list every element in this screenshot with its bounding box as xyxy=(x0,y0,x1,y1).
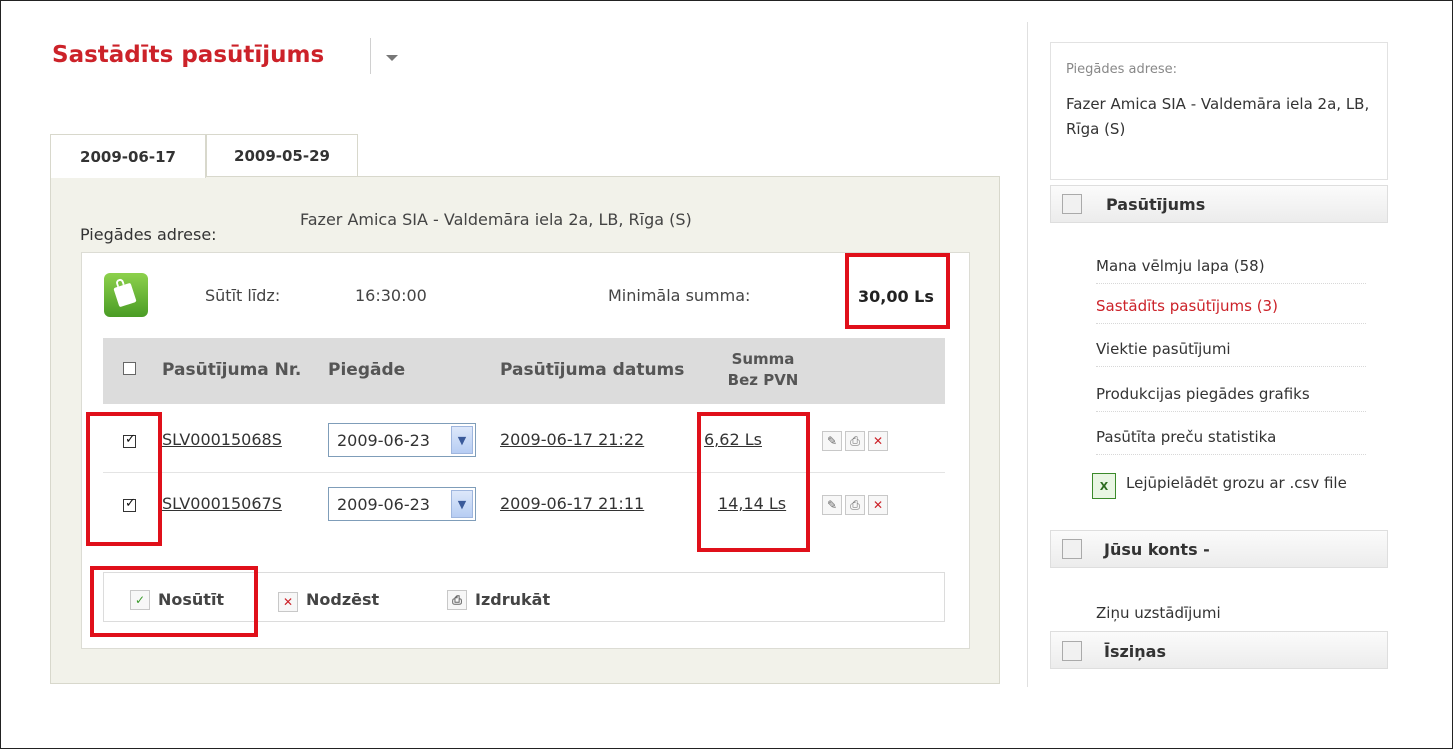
download-csv-link[interactable]: Lejūpielādēt grozu ar .csv file xyxy=(1126,472,1376,494)
send-highlight xyxy=(90,566,258,637)
delete-icon[interactable]: ✕ xyxy=(868,431,888,451)
print-icon[interactable]: ⎙ xyxy=(845,495,865,515)
sidebar-heading-messages[interactable] xyxy=(1050,631,1388,669)
sidebar-address-label: Piegādes adrese: xyxy=(1066,62,1177,77)
sidebar-item-wishlist[interactable]: Mana vēlmju lapa (58) xyxy=(1096,257,1366,284)
header-order-date: Pasūtījuma datums xyxy=(500,360,685,380)
delete-button[interactable]: Nodzēst xyxy=(306,590,379,609)
edit-icon[interactable]: ✎ xyxy=(822,431,842,451)
header-delivery: Piegāde xyxy=(328,360,406,380)
sidebar-item-composed-order[interactable]: Sastādīts pasūtījums (3) xyxy=(1096,297,1366,324)
order-number-link[interactable]: SLV00015068S xyxy=(162,430,282,449)
header-sum-line1: Summa xyxy=(731,350,795,368)
delivery-address-label: Piegādes adrese: xyxy=(80,225,217,244)
title-divider xyxy=(370,38,371,74)
order-date-link[interactable]: 2009-06-17 21:11 xyxy=(500,494,644,513)
envelope-icon xyxy=(1062,641,1082,661)
header-sum: Summa Bez PVN xyxy=(708,349,818,391)
header-order-number: Pasūtījuma Nr. xyxy=(162,360,302,380)
delivery-date-select[interactable]: 2009-06-23 ▼ xyxy=(328,423,476,457)
print-icon[interactable]: ⎙ xyxy=(845,431,865,451)
delete-icon[interactable]: ✕ xyxy=(868,495,888,515)
sidebar-heading-orders[interactable] xyxy=(1050,185,1388,223)
sidebar-heading-account-label: Jūsu konts - xyxy=(1104,540,1210,559)
sidebar-item-statistics[interactable]: Pasūtīta preču statistika xyxy=(1096,428,1366,455)
excel-csv-icon: X xyxy=(1092,473,1116,499)
print-button[interactable]: Izdrukāt xyxy=(475,590,550,609)
order-number-link[interactable]: SLV00015067S xyxy=(162,494,282,513)
tab-2009-06-17[interactable]: 2009-06-17 xyxy=(50,134,206,178)
order-date-link[interactable]: 2009-06-17 21:22 xyxy=(500,430,644,449)
send-until-label: Sūtīt līdz: xyxy=(205,286,281,305)
account-icon xyxy=(1062,539,1082,559)
min-sum-label: Minimāla summa: xyxy=(608,286,751,305)
chevron-down-icon[interactable] xyxy=(386,55,398,61)
tab-2009-05-29[interactable]: 2009-05-29 xyxy=(206,134,358,176)
send-until-value: 16:30:00 xyxy=(355,286,427,305)
sidebar-heading-orders-label: Pasūtījums xyxy=(1106,195,1206,214)
sum-highlight xyxy=(697,412,810,552)
row-divider xyxy=(103,472,945,473)
chevron-down-icon[interactable]: ▼ xyxy=(451,490,473,518)
header-sum-line2: Bez PVN xyxy=(727,371,799,389)
delivery-date-select[interactable]: 2009-06-23 ▼ xyxy=(328,487,476,521)
print-icon: ⎙ xyxy=(447,590,467,610)
edit-icon[interactable]: ✎ xyxy=(822,495,842,515)
shopping-bag-icon xyxy=(104,273,148,317)
sidebar-heading-account[interactable] xyxy=(1050,530,1388,568)
checkbox-highlight xyxy=(86,412,162,546)
sidebar-item-message-settings[interactable]: Ziņu uzstādījumi xyxy=(1096,604,1366,630)
document-icon xyxy=(1062,194,1082,214)
delete-icon: ✕ xyxy=(278,592,298,612)
delivery-date-value: 2009-06-23 xyxy=(337,494,430,514)
delivery-address-value: Fazer Amica SIA - Valdemāra iela 2a, LB,… xyxy=(300,210,692,229)
sidebar-item-completed-orders[interactable]: Viektie pasūtījumi xyxy=(1096,340,1366,367)
chevron-down-icon[interactable]: ▼ xyxy=(451,426,473,454)
delivery-date-value: 2009-06-23 xyxy=(337,430,430,450)
sidebar-address-value: Fazer Amica SIA - Valdemāra iela 2a, LB,… xyxy=(1066,95,1370,138)
page-title: Sastādīts pasūtījums xyxy=(52,42,325,68)
sidebar-divider xyxy=(1027,22,1028,687)
min-sum-highlight xyxy=(845,253,950,329)
sidebar-heading-messages-label: Īsziņas xyxy=(1104,642,1166,661)
sidebar-item-delivery-schedule[interactable]: Produkcijas piegādes grafiks xyxy=(1096,385,1366,412)
select-all-checkbox[interactable] xyxy=(123,362,136,375)
